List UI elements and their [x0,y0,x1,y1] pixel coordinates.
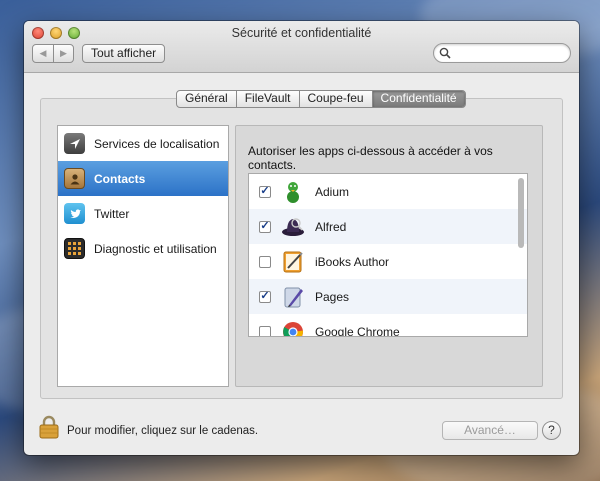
list-item-pages: ✓ Pages [249,279,527,314]
tab-bar: Général FileVault Coupe-feu Confidential… [176,90,466,108]
contacts-book-icon [64,168,85,189]
twitter-bird-icon [64,203,85,224]
search-icon [439,47,451,59]
sidebar-item-label: Services de localisation [94,136,220,151]
adium-duck-icon [281,180,305,204]
ibooks-author-icon [281,250,305,274]
sidebar-item-location[interactable]: Services de localisation [58,126,228,161]
tab-privacy[interactable]: Confidentialité [371,91,465,107]
privacy-sidebar: Services de localisation Contacts Twitte… [57,125,229,387]
list-item-alfred: ✓ Alfred [249,209,527,244]
tab-general[interactable]: Général [177,91,236,107]
contacts-access-prompt: Autoriser les apps ci-dessous à accéder … [248,144,493,172]
navigation-buttons: ◀ ▶ [32,44,74,63]
pages-pen-icon [281,285,305,309]
help-button[interactable]: ? [542,421,561,440]
window-title: Sécurité et confidentialité [231,26,372,40]
sidebar-item-contacts[interactable]: Contacts [58,161,228,196]
app-list: ✓ Adium ✓ Alfred iBooks Author ✓ Pages G… [248,173,528,337]
lock-icon[interactable] [39,415,59,439]
list-item-adium: ✓ Adium [249,174,527,209]
sidebar-item-twitter[interactable]: Twitter [58,196,228,231]
advanced-button[interactable]: Avancé… [442,421,538,440]
chrome-icon [281,320,305,336]
app-list-scrollbar[interactable] [518,178,524,248]
app-name: iBooks Author [315,254,390,269]
tab-firewall[interactable]: Coupe-feu [298,91,372,107]
alfred-hat-icon [281,215,305,239]
sidebar-item-label: Twitter [94,206,130,221]
sidebar-item-diagnostics[interactable]: Diagnostic et utilisation [58,231,228,266]
app-name: Pages [315,289,350,304]
contacts-access-pane: Autoriser les apps ci-dessous à accéder … [235,125,543,387]
ibooks-author-checkbox[interactable] [259,255,271,268]
sidebar-item-label: Contacts [94,171,146,186]
chevron-left-icon: ◀ [39,48,47,58]
google-chrome-checkbox[interactable] [259,325,271,336]
tab-filevault[interactable]: FileVault [235,91,299,107]
show-all-button[interactable]: Tout afficher [82,44,166,63]
back-button[interactable]: ◀ [33,45,53,62]
location-arrow-icon [64,133,85,154]
titlebar: Sécurité et confidentialité ◀ ▶ Tout aff… [24,21,579,73]
app-name: Alfred [315,219,347,234]
forward-button[interactable]: ▶ [53,45,73,62]
chevron-right-icon: ▶ [60,48,67,58]
app-name: Adium [315,184,350,199]
preferences-window: Sécurité et confidentialité ◀ ▶ Tout aff… [24,21,579,455]
diagnostics-icon [64,238,85,259]
alfred-checkbox[interactable]: ✓ [259,220,271,233]
sidebar-item-label: Diagnostic et utilisation [94,241,217,256]
list-item-google-chrome: Google Chrome [249,314,527,337]
adium-checkbox[interactable]: ✓ [259,185,271,198]
search-input[interactable] [433,43,571,63]
pages-checkbox[interactable]: ✓ [259,290,271,303]
lock-hint-text: Pour modifier, cliquez sur le cadenas. [67,425,259,437]
list-item-ibooks-author: iBooks Author [249,244,527,279]
app-name: Google Chrome [315,324,400,337]
